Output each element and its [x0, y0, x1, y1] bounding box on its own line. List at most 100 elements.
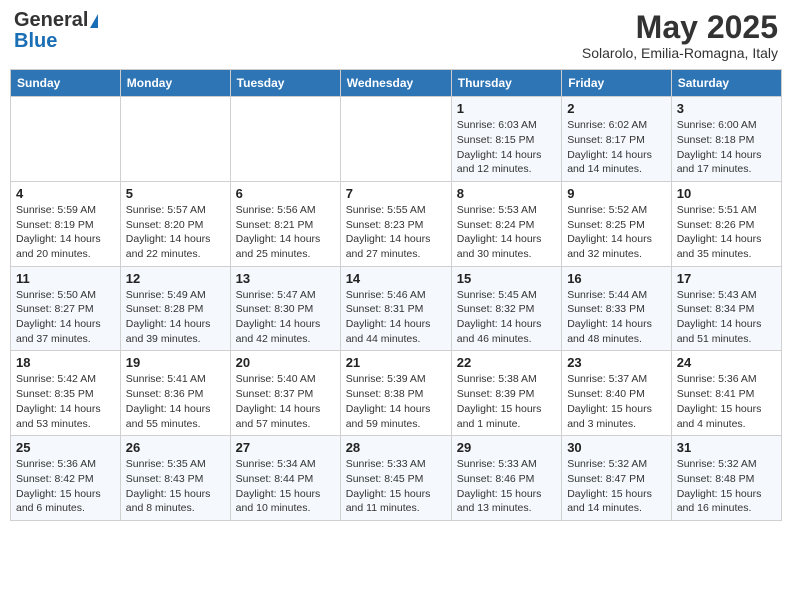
- day-number: 17: [677, 271, 776, 286]
- day-info: Sunrise: 5:36 AM Sunset: 8:42 PM Dayligh…: [16, 457, 115, 516]
- day-info: Sunrise: 5:52 AM Sunset: 8:25 PM Dayligh…: [567, 203, 666, 262]
- day-number: 30: [567, 440, 666, 455]
- day-number: 19: [126, 355, 225, 370]
- calendar-cell: 19 Sunrise: 5:41 AM Sunset: 8:36 PM Dayli…: [120, 351, 230, 436]
- day-info: Sunrise: 5:35 AM Sunset: 8:43 PM Dayligh…: [126, 457, 225, 516]
- day-of-week-header: Sunday: [11, 70, 121, 97]
- logo-general-text: General: [14, 10, 88, 30]
- calendar-cell: [340, 97, 451, 182]
- calendar-cell: 17 Sunrise: 5:43 AM Sunset: 8:34 PM Dayli…: [671, 266, 781, 351]
- days-of-week-row: SundayMondayTuesdayWednesdayThursdayFrid…: [11, 70, 782, 97]
- day-info: Sunrise: 5:37 AM Sunset: 8:40 PM Dayligh…: [567, 372, 666, 431]
- day-number: 26: [126, 440, 225, 455]
- day-number: 6: [236, 186, 335, 201]
- day-number: 13: [236, 271, 335, 286]
- calendar-cell: 21 Sunrise: 5:39 AM Sunset: 8:38 PM Dayli…: [340, 351, 451, 436]
- day-of-week-header: Friday: [562, 70, 672, 97]
- day-info: Sunrise: 5:47 AM Sunset: 8:30 PM Dayligh…: [236, 288, 335, 347]
- calendar-cell: 22 Sunrise: 5:38 AM Sunset: 8:39 PM Dayli…: [451, 351, 561, 436]
- day-number: 14: [346, 271, 446, 286]
- day-info: Sunrise: 5:57 AM Sunset: 8:20 PM Dayligh…: [126, 203, 225, 262]
- day-of-week-header: Wednesday: [340, 70, 451, 97]
- calendar-cell: 6Sunrise: 5:56 AM Sunset: 8:21 PM Daylig…: [230, 181, 340, 266]
- calendar-cell: [120, 97, 230, 182]
- day-info: Sunrise: 5:32 AM Sunset: 8:47 PM Dayligh…: [567, 457, 666, 516]
- day-number: 27: [236, 440, 335, 455]
- calendar-body: 1 Sunrise: 6:03 AM Sunset: 8:15 PM Daylig…: [11, 97, 782, 521]
- day-number: 18: [16, 355, 115, 370]
- day-of-week-header: Tuesday: [230, 70, 340, 97]
- day-of-week-header: Saturday: [671, 70, 781, 97]
- calendar-week-row: 4 Sunrise: 5:59 AM Sunset: 8:19 PM Daylig…: [11, 181, 782, 266]
- day-info: Sunrise: 5:46 AM Sunset: 8:31 PM Dayligh…: [346, 288, 446, 347]
- calendar-cell: 27 Sunrise: 5:34 AM Sunset: 8:44 PM Dayli…: [230, 436, 340, 521]
- day-info: Sunrise: 5:39 AM Sunset: 8:38 PM Dayligh…: [346, 372, 446, 431]
- calendar-cell: 12Sunrise: 5:49 AM Sunset: 8:28 PM Dayli…: [120, 266, 230, 351]
- calendar-cell: [11, 97, 121, 182]
- day-info: Sunrise: 5:50 AM Sunset: 8:27 PM Dayligh…: [16, 288, 115, 347]
- calendar-cell: 25 Sunrise: 5:36 AM Sunset: 8:42 PM Dayli…: [11, 436, 121, 521]
- day-info: Sunrise: 5:44 AM Sunset: 8:33 PM Dayligh…: [567, 288, 666, 347]
- logo-blue-text: Blue: [14, 30, 57, 53]
- month-title: May 2025: [582, 10, 778, 45]
- page-header: General Blue May 2025 Solarolo, Emilia-R…: [10, 10, 782, 61]
- day-info: Sunrise: 5:40 AM Sunset: 8:37 PM Dayligh…: [236, 372, 335, 431]
- calendar-cell: 30 Sunrise: 5:32 AM Sunset: 8:47 PM Dayli…: [562, 436, 672, 521]
- day-info: Sunrise: 5:38 AM Sunset: 8:39 PM Dayligh…: [457, 372, 556, 431]
- calendar-table: SundayMondayTuesdayWednesdayThursdayFrid…: [10, 69, 782, 521]
- day-info: Sunrise: 5:45 AM Sunset: 8:32 PM Dayligh…: [457, 288, 556, 347]
- location-subtitle: Solarolo, Emilia-Romagna, Italy: [582, 45, 778, 61]
- day-number: 24: [677, 355, 776, 370]
- day-number: 23: [567, 355, 666, 370]
- day-number: 15: [457, 271, 556, 286]
- calendar-cell: 7Sunrise: 5:55 AM Sunset: 8:23 PM Daylig…: [340, 181, 451, 266]
- calendar-cell: 28 Sunrise: 5:33 AM Sunset: 8:45 PM Dayli…: [340, 436, 451, 521]
- calendar-cell: 13 Sunrise: 5:47 AM Sunset: 8:30 PM Dayli…: [230, 266, 340, 351]
- day-of-week-header: Thursday: [451, 70, 561, 97]
- day-info: Sunrise: 5:43 AM Sunset: 8:34 PM Dayligh…: [677, 288, 776, 347]
- day-number: 4: [16, 186, 115, 201]
- day-number: 22: [457, 355, 556, 370]
- calendar-cell: [230, 97, 340, 182]
- day-number: 11: [16, 271, 115, 286]
- day-number: 21: [346, 355, 446, 370]
- day-info: Sunrise: 5:53 AM Sunset: 8:24 PM Dayligh…: [457, 203, 556, 262]
- day-info: Sunrise: 5:34 AM Sunset: 8:44 PM Dayligh…: [236, 457, 335, 516]
- calendar-cell: 20 Sunrise: 5:40 AM Sunset: 8:37 PM Dayli…: [230, 351, 340, 436]
- calendar-cell: 3Sunrise: 6:00 AM Sunset: 8:18 PM Daylig…: [671, 97, 781, 182]
- day-info: Sunrise: 5:49 AM Sunset: 8:28 PM Dayligh…: [126, 288, 225, 347]
- day-number: 28: [346, 440, 446, 455]
- day-info: Sunrise: 6:02 AM Sunset: 8:17 PM Dayligh…: [567, 118, 666, 177]
- day-number: 20: [236, 355, 335, 370]
- calendar-cell: 31 Sunrise: 5:32 AM Sunset: 8:48 PM Dayli…: [671, 436, 781, 521]
- calendar-cell: 29Sunrise: 5:33 AM Sunset: 8:46 PM Dayli…: [451, 436, 561, 521]
- day-info: Sunrise: 5:36 AM Sunset: 8:41 PM Dayligh…: [677, 372, 776, 431]
- calendar-cell: 23 Sunrise: 5:37 AM Sunset: 8:40 PM Dayli…: [562, 351, 672, 436]
- calendar-cell: 26 Sunrise: 5:35 AM Sunset: 8:43 PM Dayli…: [120, 436, 230, 521]
- day-number: 3: [677, 101, 776, 116]
- day-info: Sunrise: 5:33 AM Sunset: 8:45 PM Dayligh…: [346, 457, 446, 516]
- day-number: 10: [677, 186, 776, 201]
- day-number: 1: [457, 101, 556, 116]
- day-info: Sunrise: 5:33 AM Sunset: 8:46 PM Dayligh…: [457, 457, 556, 516]
- calendar-cell: 4 Sunrise: 5:59 AM Sunset: 8:19 PM Daylig…: [11, 181, 121, 266]
- calendar-cell: 8 Sunrise: 5:53 AM Sunset: 8:24 PM Daylig…: [451, 181, 561, 266]
- calendar-week-row: 11 Sunrise: 5:50 AM Sunset: 8:27 PM Dayli…: [11, 266, 782, 351]
- calendar-cell: 10Sunrise: 5:51 AM Sunset: 8:26 PM Dayli…: [671, 181, 781, 266]
- logo-triangle-icon: [90, 14, 98, 28]
- calendar-cell: 15 Sunrise: 5:45 AM Sunset: 8:32 PM Dayli…: [451, 266, 561, 351]
- day-info: Sunrise: 5:55 AM Sunset: 8:23 PM Dayligh…: [346, 203, 446, 262]
- calendar-week-row: 1 Sunrise: 6:03 AM Sunset: 8:15 PM Daylig…: [11, 97, 782, 182]
- calendar-cell: 1 Sunrise: 6:03 AM Sunset: 8:15 PM Daylig…: [451, 97, 561, 182]
- title-section: May 2025 Solarolo, Emilia-Romagna, Italy: [582, 10, 778, 61]
- day-number: 31: [677, 440, 776, 455]
- calendar-cell: 18 Sunrise: 5:42 AM Sunset: 8:35 PM Dayli…: [11, 351, 121, 436]
- calendar-cell: 2Sunrise: 6:02 AM Sunset: 8:17 PM Daylig…: [562, 97, 672, 182]
- day-number: 25: [16, 440, 115, 455]
- day-number: 8: [457, 186, 556, 201]
- day-info: Sunrise: 5:32 AM Sunset: 8:48 PM Dayligh…: [677, 457, 776, 516]
- day-info: Sunrise: 5:59 AM Sunset: 8:19 PM Dayligh…: [16, 203, 115, 262]
- day-info: Sunrise: 5:42 AM Sunset: 8:35 PM Dayligh…: [16, 372, 115, 431]
- day-info: Sunrise: 6:03 AM Sunset: 8:15 PM Dayligh…: [457, 118, 556, 177]
- day-info: Sunrise: 5:41 AM Sunset: 8:36 PM Dayligh…: [126, 372, 225, 431]
